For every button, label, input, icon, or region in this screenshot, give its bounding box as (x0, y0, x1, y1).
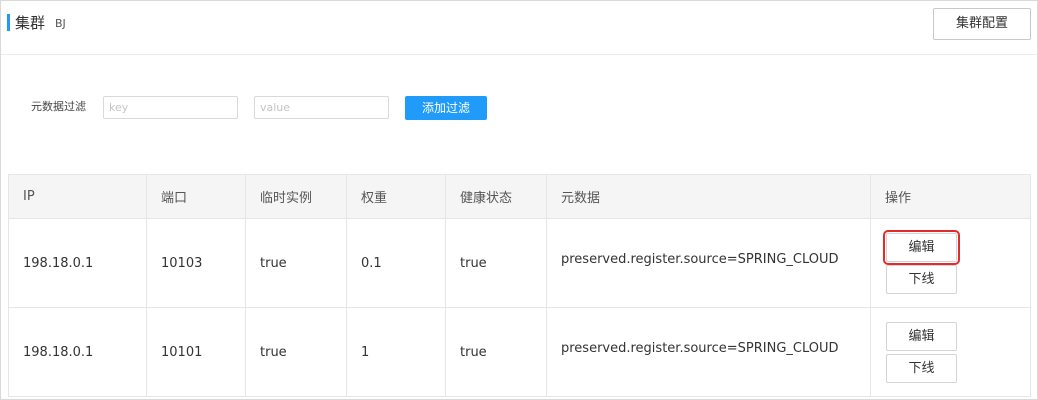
offline-button[interactable]: 下线 (886, 353, 957, 383)
cell-ip: 198.18.0.1 (8, 307, 147, 397)
column-header-weight: 权重 (346, 174, 446, 219)
cell-port: 10103 (146, 218, 246, 308)
cell-ephemeral: true (245, 307, 347, 397)
column-header-ip: IP (8, 174, 147, 219)
title-accent-bar (7, 14, 10, 31)
column-header-port: 端口 (146, 174, 246, 219)
offline-button[interactable]: 下线 (886, 264, 957, 294)
cell-weight: 1 (346, 307, 446, 397)
edit-button[interactable]: 编辑 (883, 229, 960, 265)
table-header-row: IP 端口 临时实例 权重 健康状态 元数据 操作 (8, 174, 1031, 219)
cell-weight: 0.1 (346, 218, 446, 308)
column-header-health: 健康状态 (445, 174, 547, 219)
filter-value-input[interactable] (254, 96, 389, 119)
cell-metadata: preserved.register.source=SPRING_CLOUD (546, 218, 871, 308)
metadata-text: preserved.register.source=SPRING_CLOUD (561, 251, 839, 267)
cell-port: 10101 (146, 307, 246, 397)
cluster-name: BJ (55, 17, 66, 30)
cell-actions: 编辑 下线 (870, 218, 1031, 308)
table-row: 198.18.0.1 10103 true 0.1 true preserved… (8, 218, 1031, 308)
filter-key-input[interactable] (103, 96, 238, 119)
cluster-config-button[interactable]: 集群配置 (933, 8, 1031, 40)
cell-healthy: true (445, 218, 547, 308)
cluster-panel: 集群 BJ 集群配置 元数据过滤 添加过滤 IP 端口 临时实例 权重 健康状态… (0, 0, 1038, 400)
page-title: 集群 (15, 14, 46, 32)
cell-ip: 198.18.0.1 (8, 218, 147, 308)
cell-actions: 编辑 下线 (870, 307, 1031, 397)
column-header-metadata: 元数据 (546, 174, 871, 219)
column-header-actions: 操作 (870, 174, 1031, 219)
cell-healthy: true (445, 307, 547, 397)
edit-button[interactable]: 编辑 (886, 321, 957, 351)
metadata-text: preserved.register.source=SPRING_CLOUD (561, 340, 839, 356)
panel-header: 集群 BJ 集群配置 (1, 1, 1037, 55)
cell-metadata: preserved.register.source=SPRING_CLOUD (546, 307, 871, 397)
table-row: 198.18.0.1 10101 true 1 true preserved.r… (8, 307, 1031, 397)
add-filter-button[interactable]: 添加过滤 (405, 96, 487, 120)
cell-ephemeral: true (245, 218, 347, 308)
instance-table: IP 端口 临时实例 权重 健康状态 元数据 操作 198.18.0.1 101… (8, 174, 1031, 397)
metadata-filter-label: 元数据过滤 (31, 100, 86, 113)
column-header-ephemeral: 临时实例 (245, 174, 347, 219)
